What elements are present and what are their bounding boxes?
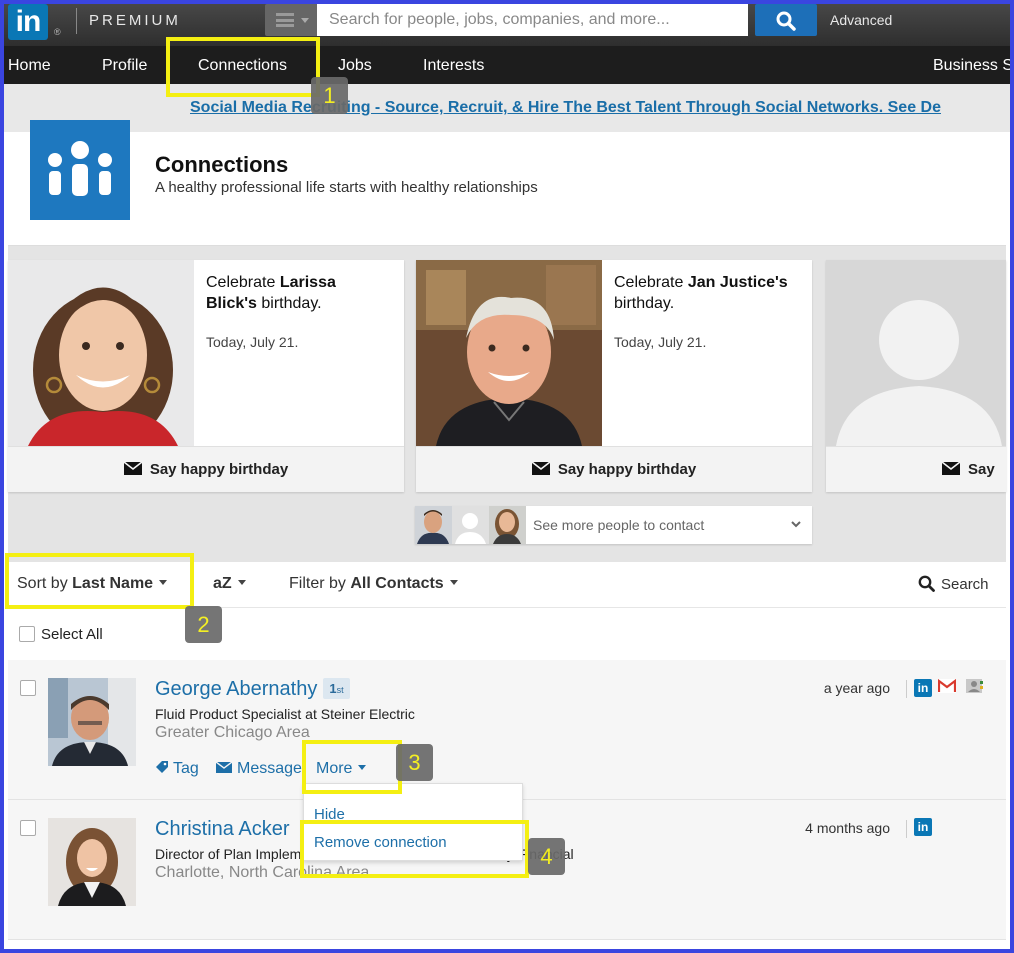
step-number-badge: 1 <box>311 77 348 114</box>
select-all-label[interactable]: Select All <box>41 626 103 643</box>
advanced-search-link[interactable]: Advanced <box>830 12 892 28</box>
linkedin-icon[interactable]: in <box>914 818 932 836</box>
birthday-message: Celebrate Jan Justice's birthday. <box>614 274 788 312</box>
tag-icon <box>156 761 168 773</box>
page-subtitle: A healthy professional life starts with … <box>155 179 538 196</box>
divider <box>906 820 907 838</box>
caret-down-icon <box>237 580 246 585</box>
top-bar: in ® PREMIUM Advanced <box>0 0 1014 46</box>
birthday-card: Celebrate Larissa Blick's birthday. Toda… <box>8 260 404 492</box>
highlight-box <box>5 553 194 609</box>
nav-home[interactable]: Home <box>8 57 51 75</box>
avatar <box>489 506 526 544</box>
search-icon <box>776 11 796 31</box>
search-category-menu[interactable] <box>265 4 317 36</box>
alphabet-dropdown[interactable]: aZ <box>213 575 246 593</box>
select-all-checkbox[interactable] <box>19 626 35 642</box>
nav-profile[interactable]: Profile <box>102 57 147 75</box>
step-number-badge: 3 <box>396 744 433 781</box>
registered-mark: ® <box>54 27 61 37</box>
connected-time: a year ago <box>823 680 890 696</box>
say-happy-birthday-button[interactable]: Say happy birthday <box>8 446 404 492</box>
gmail-icon[interactable] <box>938 678 957 693</box>
main-nav: Home Profile Connections Jobs Interests … <box>0 46 1014 84</box>
search-icon <box>918 575 935 592</box>
contact-source-icons: in <box>914 678 983 697</box>
envelope-icon <box>942 462 960 476</box>
nav-interests[interactable]: Interests <box>423 57 484 75</box>
contact-title: Fluid Product Specialist at Steiner Elec… <box>155 706 415 722</box>
contact-location: Greater Chicago Area <box>155 724 310 741</box>
see-more-label: See more people to contact <box>533 517 705 533</box>
highlight-box <box>300 820 529 878</box>
promo-banner: Social Media Recruiting - Source, Recrui… <box>0 84 1014 132</box>
say-happy-birthday-button[interactable]: Say h <box>826 446 1006 492</box>
page-title: Connections <box>155 152 289 177</box>
see-more-people-button[interactable]: See more people to contact <box>415 506 812 544</box>
contact-source-icons: in <box>914 818 932 836</box>
address-book-icon[interactable] <box>965 678 983 694</box>
birthday-card: Celebrate Jan Justice's birthday. Today,… <box>416 260 812 492</box>
caret-down-icon <box>301 18 309 23</box>
avatar-placeholder-icon <box>452 506 489 544</box>
nav-business-services[interactable]: Business S <box>933 57 1013 75</box>
select-all-row: Select All <box>8 608 1006 660</box>
premium-label: PREMIUM <box>76 8 181 34</box>
birthday-date: Today, July 21. <box>614 334 707 350</box>
avatar <box>8 260 194 448</box>
avatar <box>416 260 602 446</box>
connections-icon <box>30 120 130 220</box>
envelope-icon <box>215 761 233 773</box>
connections-search-button[interactable]: Search <box>918 575 989 593</box>
connections-header: Connections A healthy professional life … <box>8 120 1006 246</box>
promo-link[interactable]: Social Media Recruiting - Source, Recrui… <box>190 99 941 117</box>
table-row: George Abernathy 1st Fluid Product Specia… <box>8 660 1006 800</box>
birthday-name[interactable]: Jan Justice's <box>688 274 788 291</box>
linkedin-icon[interactable]: in <box>914 679 932 697</box>
birthday-message: Celebrate Larissa Blick's birthday. <box>206 274 336 312</box>
envelope-icon <box>531 462 550 476</box>
envelope-icon <box>123 462 142 476</box>
say-happy-birthday-button[interactable]: Say happy birthday <box>416 446 812 492</box>
divider <box>906 680 907 698</box>
search-button[interactable] <box>755 4 817 36</box>
highlight-box <box>166 37 320 97</box>
step-number-badge: 2 <box>185 606 222 643</box>
highlight-box <box>302 740 402 794</box>
menu-icon <box>276 13 294 27</box>
caret-down-icon <box>449 580 458 585</box>
avatar-placeholder-icon <box>826 260 1006 446</box>
search-input[interactable] <box>317 4 748 36</box>
birthday-date: Today, July 21. <box>206 334 299 350</box>
avatar <box>415 506 452 544</box>
message-button[interactable]: Message <box>215 760 302 778</box>
birthday-card: Say h <box>826 260 1006 492</box>
tag-button[interactable]: Tag <box>155 760 199 778</box>
nav-jobs[interactable]: Jobs <box>338 57 372 75</box>
chevron-down-icon <box>791 521 801 528</box>
linkedin-logo[interactable]: in <box>8 4 48 40</box>
filter-by-dropdown[interactable]: Filter by All Contacts <box>289 575 458 593</box>
step-number-badge: 4 <box>528 838 565 875</box>
